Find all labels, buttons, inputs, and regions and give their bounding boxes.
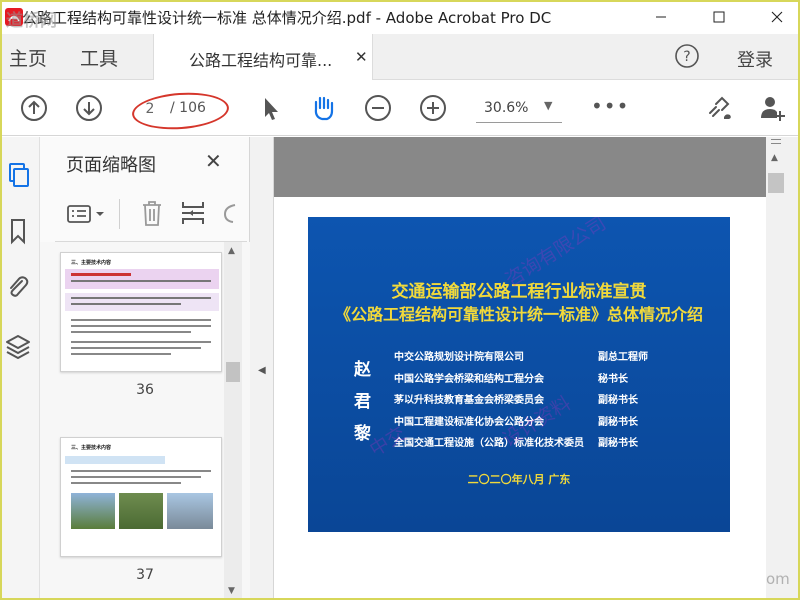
tab-row: 主页 工具 公路工程结构可靠... ✕ ? 登录: [0, 34, 800, 81]
slide-title-line2: 《公路工程结构可靠性设计统一标准》总体情况介绍: [334, 305, 703, 324]
document-scrollbar[interactable]: ▲: [766, 137, 800, 600]
minimize-button[interactable]: [638, 0, 684, 33]
affiliation-org: 中国工程建设标准化协会公路分会: [394, 417, 544, 428]
toolbar-divider: [119, 199, 120, 229]
watermark-text: om: [766, 570, 790, 588]
affiliation-org: 茅以升科技教育基金会桥梁委员会: [394, 395, 544, 406]
attachment-icon[interactable]: [4, 273, 32, 301]
thumbnail-list[interactable]: 三、主要技术内容 36 三、主要技术内容 37 ▲ ▼: [40, 242, 250, 600]
thumbnail-page-37[interactable]: 三、主要技术内容: [60, 437, 222, 557]
presenter-name-char: 黎: [354, 424, 371, 444]
zoom-in-icon[interactable]: [418, 93, 448, 123]
thumbnail-heading: 三、主要技术内容: [71, 260, 112, 266]
layers-icon[interactable]: [4, 333, 32, 361]
more-tools-button[interactable]: •••: [591, 94, 629, 118]
svg-text:?: ?: [683, 49, 690, 65]
presenter-name-char: 赵: [354, 360, 371, 380]
chevron-down-icon[interactable]: ▼: [544, 99, 552, 112]
window-title: 公路工程结构可靠性设计统一标准 总体情况介绍.pdf - Adobe Acrob…: [22, 9, 552, 27]
maximize-icon: [713, 11, 725, 22]
scrollbar-thumb[interactable]: [226, 362, 240, 382]
scroll-up-icon[interactable]: ▲: [228, 246, 235, 256]
thumbnail-page-number: 37: [136, 567, 154, 583]
close-tab-button[interactable]: ✕: [355, 48, 368, 66]
thumbnail-heading: 三、主要技术内容: [71, 445, 112, 451]
rotate-icon[interactable]: [221, 199, 237, 227]
document-tab-label: 公路工程结构可靠...: [189, 51, 333, 70]
slide-title-line1: 交通运输部公路工程行业标准宣贯: [391, 282, 647, 302]
panel-collapse-handle[interactable]: ◀: [250, 137, 274, 600]
thumbnail-page-36[interactable]: 三、主要技术内容: [60, 252, 222, 372]
hand-tool-icon[interactable]: [308, 93, 338, 123]
tab-home[interactable]: 主页: [9, 44, 47, 71]
scroll-down-icon[interactable]: ▼: [228, 586, 235, 596]
panel-toolbar: [40, 195, 250, 235]
navigation-rail: [0, 137, 40, 600]
affiliation-role: 秘书长: [598, 374, 628, 385]
title-bar: 公路工程结构可靠性设计统一标准 总体情况介绍.pdf - Adobe Acrob…: [0, 0, 800, 33]
affiliation-role: 副秘书长: [598, 438, 638, 449]
next-page-icon[interactable]: [74, 93, 104, 123]
close-panel-button[interactable]: ✕: [205, 149, 222, 173]
scrollbar-thumb[interactable]: [768, 173, 784, 193]
login-button[interactable]: 登录: [737, 46, 773, 72]
minimize-icon: [656, 16, 666, 17]
presenter-name-char: 君: [354, 392, 371, 412]
affiliation-role: 副秘书长: [598, 417, 638, 428]
thumbnail-page-number: 36: [136, 382, 154, 398]
affiliation-org: 全国交通工程设施（公路）标准化技术委员: [394, 438, 584, 449]
tab-tools[interactable]: 工具: [80, 44, 118, 71]
chevron-left-icon[interactable]: ◀: [258, 365, 266, 376]
close-window-button[interactable]: [754, 0, 800, 33]
watermark-logo: 道桥网: [6, 11, 57, 31]
select-arrow-icon[interactable]: [256, 93, 286, 123]
delete-icon[interactable]: [139, 199, 165, 227]
scroll-grip: [771, 139, 781, 140]
prev-page-icon[interactable]: [19, 93, 49, 123]
options-menu-icon[interactable]: [67, 203, 109, 225]
share-link-icon[interactable]: [704, 93, 734, 123]
document-viewport[interactable]: 交通运输部公路工程行业标准宣贯 《公路工程结构可靠性设计统一标准》总体情况介绍 …: [274, 137, 766, 600]
affiliation-org: 中交公路规划设计院有限公司: [394, 352, 524, 363]
maximize-button[interactable]: [696, 0, 742, 33]
affiliation-role: 副总工程师: [598, 352, 648, 363]
thumbnail-scrollbar[interactable]: ▲ ▼: [224, 242, 242, 600]
tab-document[interactable]: 公路工程结构可靠... ✕: [153, 34, 373, 81]
panel-title: 页面缩略图: [66, 155, 156, 176]
bookmark-icon[interactable]: [4, 217, 32, 245]
help-icon[interactable]: ?: [674, 43, 700, 69]
slide-date: 二〇二〇年八月 广东: [467, 473, 571, 486]
scroll-grip: [771, 143, 781, 144]
close-icon: [771, 11, 783, 22]
affiliation-org: 中国公路学会桥梁和结构工程分会: [394, 374, 544, 385]
previous-page-edge: [274, 137, 766, 197]
zoom-underline: [476, 122, 562, 123]
scroll-up-icon[interactable]: ▲: [771, 153, 778, 163]
insert-page-icon[interactable]: [179, 199, 207, 227]
thumbnail-panel: 页面缩略图 ✕ 三、主要技术内容 36 三、主要技术内容 37 ▲ ▼: [40, 137, 250, 600]
page-thumbnails-icon[interactable]: [4, 161, 32, 189]
slide-content: 交通运输部公路工程行业标准宣贯 《公路工程结构可靠性设计统一标准》总体情况介绍 …: [308, 217, 730, 532]
zoom-out-icon[interactable]: [363, 93, 393, 123]
affiliation-role: 副秘书长: [598, 395, 638, 406]
toolbar: / 106 30.6% ▼ •••: [0, 80, 800, 136]
add-user-icon[interactable]: [758, 93, 788, 123]
zoom-level[interactable]: 30.6%: [484, 100, 528, 116]
